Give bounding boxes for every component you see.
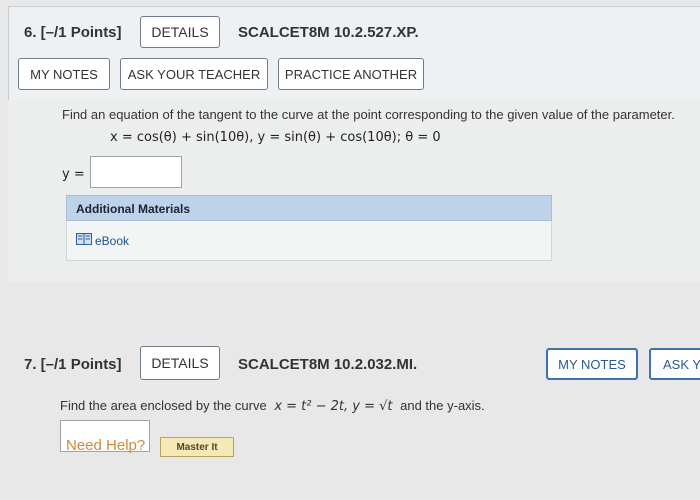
q6-prompt: Find an equation of the tangent to the c… bbox=[62, 107, 675, 122]
master-it-button[interactable]: Master It bbox=[160, 437, 234, 457]
q6-code: SCALCET8M 10.2.527.XP. bbox=[238, 24, 419, 41]
q7-my-notes-button[interactable]: MY NOTES bbox=[546, 348, 638, 380]
q6-practice-another-button[interactable]: PRACTICE ANOTHER bbox=[278, 58, 424, 90]
q7-code: SCALCET8M 10.2.032.MI. bbox=[238, 356, 418, 373]
q6-ask-teacher-button[interactable]: ASK YOUR TEACHER bbox=[120, 58, 268, 90]
need-help-label: Need Help? bbox=[66, 437, 146, 454]
q7-title: 7. [–/1 Points] bbox=[24, 356, 122, 373]
q6-my-notes-button[interactable]: MY NOTES bbox=[18, 58, 110, 90]
q7-prompt: Find the area enclosed by the curve x = … bbox=[60, 398, 485, 414]
ebook-link[interactable]: eBook bbox=[76, 233, 129, 248]
q7-prompt-math: x = t² − 2t, y = √t bbox=[274, 399, 393, 414]
additional-materials-header[interactable]: Additional Materials bbox=[66, 195, 552, 221]
q7-ask-button[interactable]: ASK Y bbox=[649, 348, 700, 380]
book-icon bbox=[76, 233, 92, 248]
additional-materials-panel bbox=[66, 221, 552, 261]
q7-prompt-pre: Find the area enclosed by the curve bbox=[60, 398, 267, 413]
ebook-label: eBook bbox=[95, 233, 130, 248]
q6-answer-input[interactable] bbox=[90, 156, 182, 188]
q6-title: 6. [–/1 Points] bbox=[24, 24, 122, 41]
q7-details-button[interactable]: DETAILS bbox=[140, 346, 220, 380]
q6-equation: x = cos(θ) + sin(10θ), y = sin(θ) + cos(… bbox=[110, 130, 441, 145]
q6-details-button[interactable]: DETAILS bbox=[140, 16, 220, 48]
q7-prompt-post: and the y-axis. bbox=[400, 398, 485, 413]
q6-answer-label: y = bbox=[62, 167, 85, 182]
